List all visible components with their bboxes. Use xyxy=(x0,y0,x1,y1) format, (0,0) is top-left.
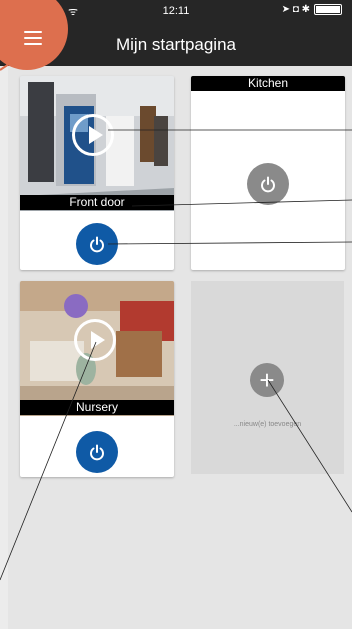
power-button[interactable] xyxy=(76,223,118,265)
camera-label: Nursery xyxy=(20,400,174,415)
add-icon[interactable]: + xyxy=(250,363,284,397)
power-icon xyxy=(90,236,104,253)
camera-tile-front-door[interactable]: Front door xyxy=(20,76,174,270)
play-button[interactable] xyxy=(74,319,116,361)
battery-icon xyxy=(314,4,342,15)
hamburger-icon xyxy=(24,31,42,49)
power-button[interactable] xyxy=(76,431,118,473)
camera-tile-kitchen[interactable]: Kitchen xyxy=(191,76,345,270)
camera-label: Kitchen xyxy=(191,76,345,91)
power-icon xyxy=(90,444,104,461)
add-device-tile[interactable]: + ...nieuw(e) toevoegen xyxy=(191,281,344,474)
camera-label: Front door xyxy=(20,195,174,210)
tile-grid: Front door Kitchen Nursery + ...nieuw(e)… xyxy=(8,66,352,629)
play-button[interactable] xyxy=(72,114,114,156)
status-indicators-icon: ➤ ◘ ✱ xyxy=(281,4,310,15)
power-icon xyxy=(261,176,275,193)
power-button[interactable] xyxy=(247,163,289,205)
camera-tile-nursery[interactable]: Nursery xyxy=(20,281,174,477)
add-device-label: ...nieuw(e) toevoegen xyxy=(233,421,302,428)
